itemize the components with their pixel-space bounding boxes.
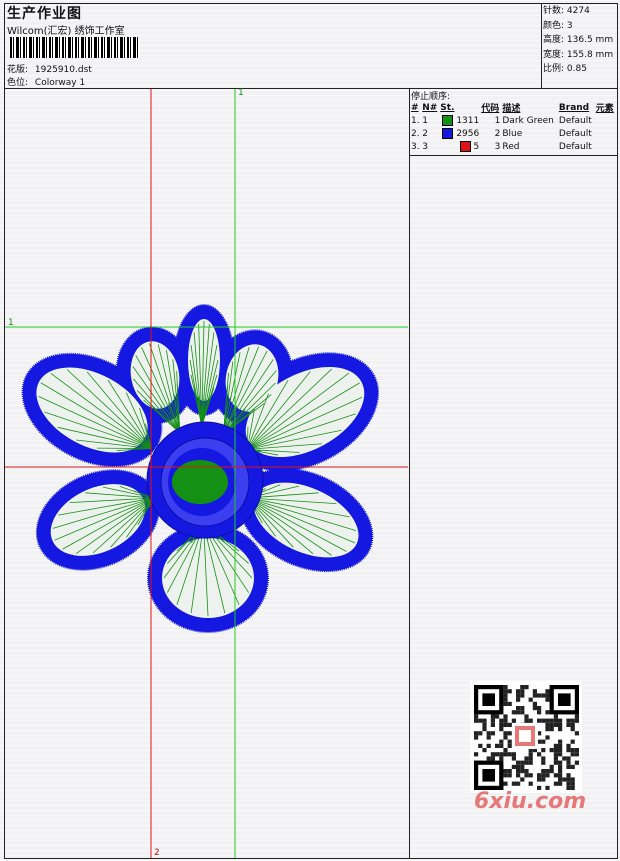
production-sheet: 生产作业图 Wilcom(汇宏) 绣饰工作室 花版: 1925910.dst 色… — [0, 0, 620, 861]
guide-label-green-h: 1 — [8, 318, 14, 328]
flower-design — [21, 304, 380, 633]
watermark: 6xiu.com — [474, 789, 587, 814]
qr-code — [470, 681, 582, 793]
guide-label-green-v: 1 — [238, 88, 244, 98]
guide-label-red-v: 2 — [154, 848, 160, 858]
